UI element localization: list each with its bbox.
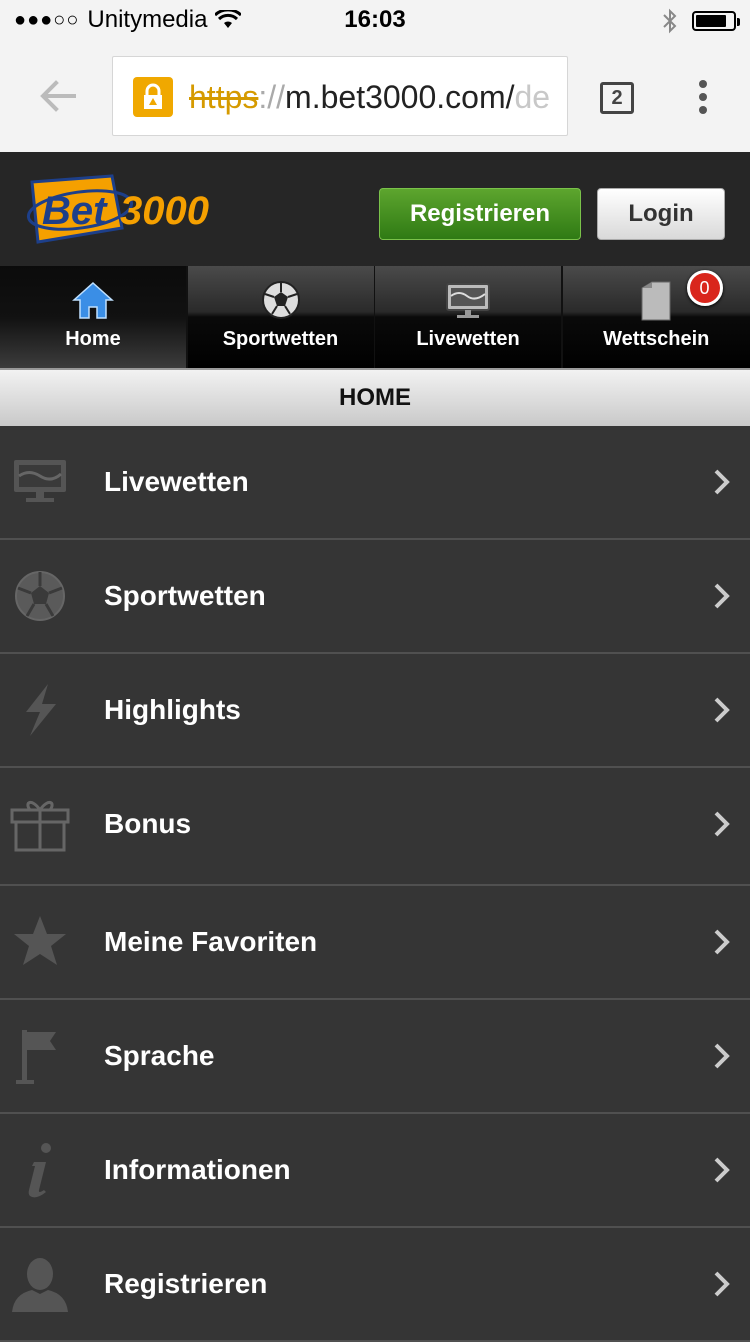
url-separator: :// xyxy=(258,79,285,115)
back-arrow-icon[interactable] xyxy=(36,74,80,118)
logo-text-bet: Bet xyxy=(42,189,108,233)
bluetooth-icon xyxy=(662,8,678,34)
menu-item-bonus[interactable]: Bonus xyxy=(0,768,750,886)
tab-livewetten[interactable]: Livewetten xyxy=(375,266,561,368)
url-host: m.bet3000.com/ xyxy=(285,79,514,115)
browser-toolbar: https://m.bet3000.com/de 2 xyxy=(0,40,750,152)
document-icon xyxy=(638,280,674,322)
address-bar[interactable]: https://m.bet3000.com/de xyxy=(112,56,568,136)
menu-item-label: Livewetten xyxy=(104,426,249,538)
soccer-ball-icon xyxy=(10,566,70,626)
url-path: de xyxy=(515,79,551,115)
menu-item-label: Sportwetten xyxy=(104,540,266,652)
menu-item-sportwetten[interactable]: Sportwetten xyxy=(0,540,750,654)
menu-item-label: Highlights xyxy=(104,654,241,766)
menu-item-highlights[interactable]: Highlights xyxy=(0,654,750,768)
home-menu: Livewetten Sportwetten Highlights Bonus xyxy=(0,426,750,1342)
info-icon xyxy=(10,1140,70,1200)
menu-item-favoriten[interactable]: Meine Favoriten xyxy=(0,886,750,1000)
tab-home-label: Home xyxy=(0,328,186,351)
betslip-count-badge: 0 xyxy=(687,270,723,306)
chevron-right-icon xyxy=(712,1270,732,1298)
tab-switcher-button[interactable]: 2 xyxy=(600,82,634,114)
chevron-right-icon xyxy=(712,582,732,610)
lightning-icon xyxy=(10,680,70,740)
monitor-icon xyxy=(445,280,491,320)
site-header: Bet 3000 Registrieren Login xyxy=(0,152,750,266)
chevron-right-icon xyxy=(712,468,732,496)
url-scheme: https xyxy=(189,79,258,115)
menu-item-label: Registrieren xyxy=(104,1228,267,1340)
user-icon xyxy=(10,1254,70,1314)
chevron-right-icon xyxy=(712,810,732,838)
chevron-right-icon xyxy=(712,1042,732,1070)
page-title: HOME xyxy=(0,368,750,426)
menu-item-label: Sprache xyxy=(104,1000,215,1112)
menu-item-label: Informationen xyxy=(104,1114,291,1226)
monitor-icon xyxy=(10,452,70,512)
menu-item-label: Bonus xyxy=(104,768,191,880)
lock-icon xyxy=(133,77,173,117)
home-icon xyxy=(71,280,115,320)
tab-sportwetten-label: Sportwetten xyxy=(188,328,374,351)
menu-item-informationen[interactable]: Informationen xyxy=(0,1114,750,1228)
tab-wettschein[interactable]: 0 Wettschein xyxy=(563,266,750,368)
chevron-right-icon xyxy=(712,1156,732,1184)
tab-home[interactable]: Home xyxy=(0,266,186,368)
tab-sportwetten[interactable]: Sportwetten xyxy=(188,266,374,368)
menu-item-sprache[interactable]: Sprache xyxy=(0,1000,750,1114)
register-button[interactable]: Registrieren xyxy=(379,188,581,240)
star-icon xyxy=(10,912,70,972)
gift-icon xyxy=(10,794,70,854)
battery-icon xyxy=(692,11,736,31)
menu-item-registrieren[interactable]: Registrieren xyxy=(0,1228,750,1342)
soccer-ball-icon xyxy=(261,280,301,320)
status-bar: ●●●○○ Unitymedia 16:03 xyxy=(0,0,750,40)
logo-text-3000: 3000 xyxy=(120,189,209,233)
clock: 16:03 xyxy=(0,6,750,34)
chevron-right-icon xyxy=(712,928,732,956)
bet3000-logo[interactable]: Bet 3000 xyxy=(24,172,224,248)
flag-icon xyxy=(10,1026,70,1086)
main-nav: Home Sportwetten Livewetten 0 Wettschein xyxy=(0,266,750,368)
menu-item-livewetten[interactable]: Livewetten xyxy=(0,426,750,540)
login-button[interactable]: Login xyxy=(597,188,725,240)
menu-item-label: Meine Favoriten xyxy=(104,886,317,998)
url-text: https://m.bet3000.com/de xyxy=(189,79,550,116)
chevron-right-icon xyxy=(712,696,732,724)
tab-livewetten-label: Livewetten xyxy=(375,328,561,351)
tab-wettschein-label: Wettschein xyxy=(563,328,750,351)
more-menu-icon[interactable] xyxy=(698,80,708,120)
